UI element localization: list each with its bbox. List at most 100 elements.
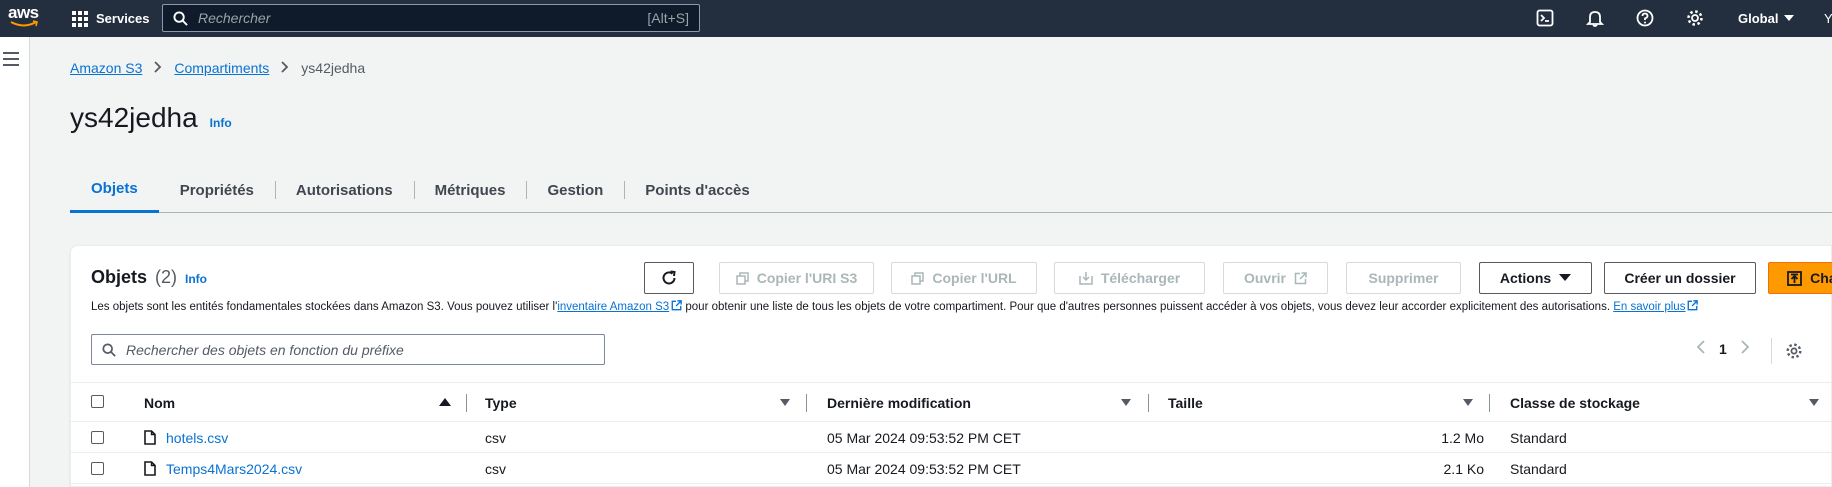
panel-description: Les objets sont les entités fondamentale… xyxy=(91,300,1699,313)
cloudshell-icon[interactable] xyxy=(1536,9,1554,27)
download-icon xyxy=(1079,272,1093,285)
tab-access-points[interactable]: Points d'accès xyxy=(624,168,770,213)
object-type: csv xyxy=(485,429,506,446)
pager-divider xyxy=(1771,338,1772,364)
breadcrumb-current: ys42jedha xyxy=(301,60,366,76)
caret-down-icon xyxy=(1784,15,1795,21)
aws-logo[interactable]: aws xyxy=(8,4,44,32)
column-header-name[interactable]: Nom xyxy=(144,383,175,423)
panel-title: Objets xyxy=(91,267,148,287)
object-search-placeholder: Rechercher des objets en fonction du pré… xyxy=(126,341,404,358)
actions-dropdown-button[interactable]: Actions xyxy=(1479,262,1592,294)
object-last-modified: 05 Mar 2024 09:53:52 PM CET xyxy=(827,460,1021,477)
notifications-bell-icon[interactable] xyxy=(1586,9,1604,27)
learn-more-link[interactable]: En savoir plus xyxy=(1613,301,1685,313)
tab-bar: Objets Propriétés Autorisations Métrique… xyxy=(70,168,1832,213)
table-header: Nom Type Dernière modification Taille Cl… xyxy=(71,382,1832,422)
previous-page-icon[interactable] xyxy=(1696,338,1705,359)
column-header-type[interactable]: Type xyxy=(485,383,517,423)
upload-icon xyxy=(1787,270,1803,286)
external-link-icon xyxy=(1688,300,1699,311)
row-checkbox[interactable] xyxy=(91,462,104,475)
side-navigation-collapsed xyxy=(0,37,30,487)
file-icon xyxy=(144,430,156,445)
grid-icon xyxy=(72,10,88,27)
global-search-input[interactable]: Rechercher [Alt+S] xyxy=(162,4,700,32)
region-selector[interactable]: Global xyxy=(1738,0,1795,37)
page-header: ys42jedha Info xyxy=(70,102,232,134)
breadcrumb-amazon-s3[interactable]: Amazon S3 xyxy=(70,60,142,76)
settings-gear-icon[interactable] xyxy=(1686,9,1704,27)
tab-metrics[interactable]: Métriques xyxy=(413,168,527,213)
column-header-storage-class[interactable]: Classe de stockage xyxy=(1510,383,1640,423)
sort-icon[interactable] xyxy=(780,399,790,406)
select-all-checkbox[interactable] xyxy=(91,395,104,408)
sort-ascending-icon[interactable] xyxy=(439,398,451,406)
services-menu[interactable]: Services xyxy=(72,0,150,37)
search-icon xyxy=(173,10,188,26)
table-preferences-gear-icon[interactable] xyxy=(1785,342,1803,360)
tab-properties[interactable]: Propriétés xyxy=(159,168,275,213)
copy-icon xyxy=(911,271,925,285)
chevron-right-icon xyxy=(154,60,162,76)
copy-url-button[interactable]: Copier l'URL xyxy=(891,262,1037,294)
objects-panel: Objets (2) Info Copier l'URI S3 Copier l… xyxy=(70,245,1832,487)
object-type: csv xyxy=(485,460,506,477)
sort-icon[interactable] xyxy=(1809,399,1819,406)
refresh-button[interactable] xyxy=(644,262,694,294)
refresh-icon xyxy=(662,270,676,285)
sort-icon[interactable] xyxy=(1463,399,1473,406)
inventory-link[interactable]: inventaire Amazon S3 xyxy=(557,301,669,313)
top-navigation: aws Services Rechercher [Alt+S] Global Y xyxy=(0,0,1832,37)
account-menu[interactable]: Y xyxy=(1824,11,1832,26)
next-page-icon[interactable] xyxy=(1741,338,1750,359)
column-header-size[interactable]: Taille xyxy=(1168,383,1203,423)
column-divider xyxy=(1489,394,1490,412)
search-shortcut: [Alt+S] xyxy=(647,10,689,26)
delete-button[interactable]: Supprimer xyxy=(1346,262,1461,294)
table-row[interactable]: hotels.csv csv 05 Mar 2024 09:53:52 PM C… xyxy=(71,422,1832,453)
tab-objects[interactable]: Objets xyxy=(70,168,159,213)
services-label: Services xyxy=(96,11,150,26)
object-size: 1.2 Mo xyxy=(1441,429,1484,446)
table-row[interactable]: Temps4Mars2024.csv csv 05 Mar 2024 09:53… xyxy=(71,453,1832,484)
menu-hamburger-icon[interactable] xyxy=(3,52,19,70)
create-folder-button[interactable]: Créer un dossier xyxy=(1604,262,1756,294)
object-name-link[interactable]: hotels.csv xyxy=(166,430,228,446)
current-page-number[interactable]: 1 xyxy=(1719,341,1727,357)
info-link[interactable]: Info xyxy=(210,116,232,130)
help-icon[interactable] xyxy=(1636,9,1654,27)
chevron-right-icon xyxy=(281,60,289,76)
search-icon xyxy=(102,342,116,357)
upload-button[interactable]: Charger xyxy=(1768,262,1832,294)
external-link-icon xyxy=(1294,271,1307,284)
object-storage-class: Standard xyxy=(1510,429,1567,446)
file-icon xyxy=(144,461,156,476)
panel-header: Objets (2) Info xyxy=(91,267,207,288)
tab-permissions[interactable]: Autorisations xyxy=(274,168,414,213)
column-header-last-modified[interactable]: Dernière modification xyxy=(827,383,971,423)
caret-down-icon xyxy=(1559,274,1572,281)
sort-icon[interactable] xyxy=(1121,399,1131,406)
object-storage-class: Standard xyxy=(1510,460,1567,477)
copy-s3-uri-button[interactable]: Copier l'URI S3 xyxy=(719,262,874,294)
aws-smile-icon xyxy=(10,20,38,27)
region-label: Global xyxy=(1738,11,1779,26)
object-last-modified: 05 Mar 2024 09:53:52 PM CET xyxy=(827,429,1021,446)
pagination: 1 xyxy=(1696,338,1750,359)
breadcrumb: Amazon S3 Compartiments ys42jedha xyxy=(70,60,365,76)
download-button[interactable]: Télécharger xyxy=(1054,262,1205,294)
column-divider xyxy=(1148,394,1149,412)
tab-management[interactable]: Gestion xyxy=(526,168,624,213)
external-link-icon xyxy=(671,300,683,311)
object-search-input[interactable]: Rechercher des objets en fonction du pré… xyxy=(91,334,605,365)
object-size: 2.1 Ko xyxy=(1443,460,1484,477)
breadcrumb-buckets[interactable]: Compartiments xyxy=(174,60,269,76)
row-checkbox[interactable] xyxy=(91,431,104,444)
object-name-link[interactable]: Temps4Mars2024.csv xyxy=(166,461,302,477)
open-button[interactable]: Ouvrir xyxy=(1223,262,1328,294)
column-divider xyxy=(806,394,807,412)
object-count: (2) xyxy=(155,267,178,287)
panel-info-link[interactable]: Info xyxy=(185,272,207,286)
copy-icon xyxy=(735,271,749,285)
